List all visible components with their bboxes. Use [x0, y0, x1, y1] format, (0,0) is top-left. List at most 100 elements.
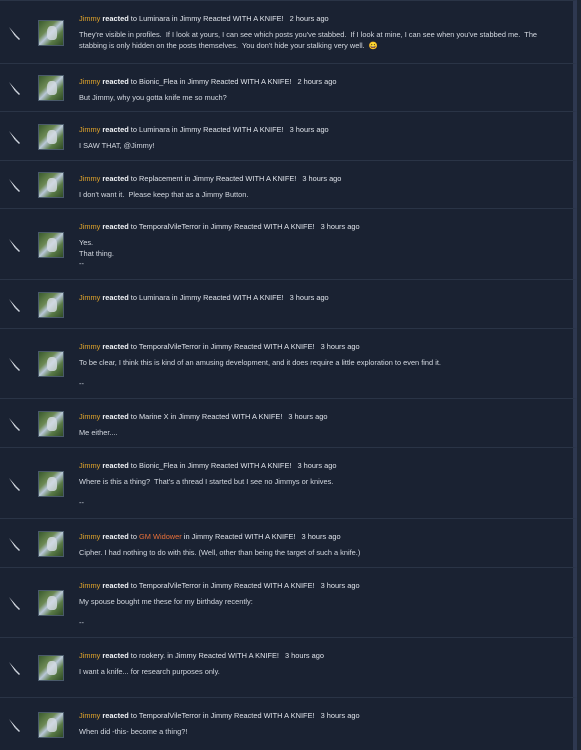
thread-link[interactable]: Jimmy Reacted WITH A KNIFE! [180, 125, 284, 134]
target-user-link[interactable]: Replacement [139, 174, 183, 183]
excerpt-line: They're visible in profiles. If I look a… [79, 30, 540, 50]
user-link[interactable]: Jimmy [79, 651, 100, 660]
user-link[interactable]: Jimmy [79, 174, 100, 183]
knife-icon [7, 416, 23, 432]
activity-item[interactable]: Jimmy reacted to Luminara in Jimmy React… [0, 111, 577, 160]
post-excerpt: Cipher. I had nothing to do with this. (… [79, 548, 559, 559]
activity-item[interactable]: Jimmy reacted to GM Widower in Jimmy Rea… [0, 518, 577, 567]
target-user-link[interactable]: Luminara [139, 293, 170, 302]
excerpt-line [79, 488, 559, 499]
target-user-link[interactable]: Luminara [139, 14, 170, 23]
excerpt-line [79, 608, 559, 619]
reaction-verb: reacted [102, 14, 129, 23]
avatar[interactable] [38, 712, 64, 738]
user-link[interactable]: Jimmy [79, 711, 100, 720]
timestamp: 3 hours ago [284, 651, 325, 660]
thread-link[interactable]: Jimmy Reacted WITH A KNIFE! [192, 532, 296, 541]
activity-item[interactable]: Jimmy reacted to Luminara in Jimmy React… [0, 279, 577, 328]
target-user-link[interactable]: TemporalVileTerror [139, 222, 201, 231]
thread-link[interactable]: Jimmy Reacted WITH A KNIFE! [180, 293, 284, 302]
timestamp: 3 hours ago [320, 342, 360, 351]
timestamp: 3 hours ago [320, 581, 360, 590]
excerpt-line: Yes. [79, 238, 94, 247]
target-user-link[interactable]: GM Widower [139, 532, 182, 541]
to-word: to [130, 532, 137, 541]
activity-header: Jimmy reacted to TemporalVileTerror in J… [79, 342, 360, 351]
activity-item[interactable]: Jimmy reacted to Marine X in Jimmy React… [0, 398, 577, 447]
post-excerpt: Yes. That thing. -- [79, 238, 559, 270]
avatar[interactable] [38, 531, 64, 557]
avatar[interactable] [38, 471, 64, 497]
avatar[interactable] [38, 172, 64, 198]
target-user-link[interactable]: TemporalVileTerror [139, 581, 201, 590]
thread-link[interactable]: Jimmy Reacted WITH A KNIFE! [192, 174, 296, 183]
activity-header: Jimmy reacted to Bionic_Flea in Jimmy Re… [79, 461, 336, 470]
thread-link[interactable]: Jimmy Reacted WITH A KNIFE! [180, 14, 284, 23]
user-link[interactable]: Jimmy [79, 461, 100, 470]
activity-item[interactable]: Jimmy reacted to Bionic_Flea in Jimmy Re… [0, 63, 577, 111]
user-link[interactable]: Jimmy [79, 222, 100, 231]
avatar[interactable] [38, 232, 64, 258]
target-user-link[interactable]: rookery. [139, 651, 165, 660]
activity-item[interactable]: Jimmy reacted to rookery. in Jimmy React… [0, 637, 577, 697]
avatar[interactable] [38, 292, 64, 318]
activity-item[interactable]: Jimmy reacted to Replacement in Jimmy Re… [0, 160, 577, 208]
target-user-link[interactable]: TemporalVileTerror [139, 342, 201, 351]
activity-header: Jimmy reacted to TemporalVileTerror in J… [79, 711, 360, 720]
avatar[interactable] [38, 655, 64, 681]
in-word: in [202, 342, 209, 351]
avatar[interactable] [38, 351, 64, 377]
activity-item[interactable]: Jimmy reacted to TemporalVileTerror in J… [0, 567, 577, 637]
thread-link[interactable]: Jimmy Reacted WITH A KNIFE! [188, 77, 292, 86]
to-word: to [130, 174, 137, 183]
user-link[interactable]: Jimmy [79, 342, 100, 351]
activity-header: Jimmy reacted to Bionic_Flea in Jimmy Re… [79, 77, 336, 86]
activity-header: Jimmy reacted to Luminara in Jimmy React… [79, 293, 329, 302]
post-excerpt: But Jimmy, why you gotta knife me so muc… [79, 93, 559, 104]
knife-icon [7, 717, 23, 733]
excerpt-line: That thing. [79, 248, 114, 258]
thread-link[interactable]: Jimmy Reacted WITH A KNIFE! [211, 581, 315, 590]
timestamp: 3 hours ago [297, 461, 337, 470]
thread-link[interactable]: Jimmy Reacted WITH A KNIFE! [188, 461, 292, 470]
activity-item[interactable]: Jimmy reacted to Bionic_Flea in Jimmy Re… [0, 447, 577, 518]
activity-item[interactable]: Jimmy reacted to TemporalVileTerror in J… [0, 328, 577, 398]
user-link[interactable]: Jimmy [79, 532, 100, 541]
to-word: to [130, 342, 137, 351]
avatar[interactable] [38, 75, 64, 101]
user-link[interactable]: Jimmy [79, 293, 100, 302]
to-word: to [130, 14, 137, 23]
reaction-verb: reacted [102, 532, 129, 541]
target-user-link[interactable]: Bionic_Flea [139, 77, 178, 86]
excerpt-line [79, 369, 559, 380]
user-link[interactable]: Jimmy [79, 581, 100, 590]
thread-link[interactable]: Jimmy Reacted WITH A KNIFE! [211, 342, 315, 351]
excerpt-line: Me either.... [79, 428, 118, 437]
to-word: to [130, 77, 137, 86]
avatar[interactable] [38, 20, 64, 46]
avatar[interactable] [38, 124, 64, 150]
target-user-link[interactable]: Bionic_Flea [139, 461, 178, 470]
thread-link[interactable]: Jimmy Reacted WITH A KNIFE! [175, 651, 279, 660]
thread-link[interactable]: Jimmy Reacted WITH A KNIFE! [211, 222, 315, 231]
thread-link[interactable]: Jimmy Reacted WITH A KNIFE! [178, 412, 282, 421]
thread-link[interactable]: Jimmy Reacted WITH A KNIFE! [211, 711, 315, 720]
post-excerpt: I want a knife... for research purposes … [79, 667, 559, 678]
activity-item[interactable]: Jimmy reacted to TemporalVileTerror in J… [0, 697, 577, 750]
post-excerpt: I SAW THAT, @Jimmy! [79, 141, 559, 152]
target-user-link[interactable]: Marine X [139, 412, 169, 421]
avatar[interactable] [38, 411, 64, 437]
target-user-link[interactable]: Luminara [139, 125, 170, 134]
excerpt-line: -- [79, 259, 84, 268]
user-link[interactable]: Jimmy [79, 412, 100, 421]
timestamp: 2 hours ago [289, 14, 329, 23]
user-link[interactable]: Jimmy [79, 14, 100, 23]
activity-item[interactable]: Jimmy reacted to TemporalVileTerror in J… [0, 208, 577, 279]
user-link[interactable]: Jimmy [79, 125, 100, 134]
activity-item[interactable]: Jimmy reacted to Luminara in Jimmy React… [0, 0, 577, 63]
in-word: in [179, 461, 186, 470]
user-link[interactable]: Jimmy [79, 77, 100, 86]
avatar[interactable] [38, 590, 64, 616]
knife-icon [7, 595, 23, 611]
target-user-link[interactable]: TemporalVileTerror [139, 711, 201, 720]
